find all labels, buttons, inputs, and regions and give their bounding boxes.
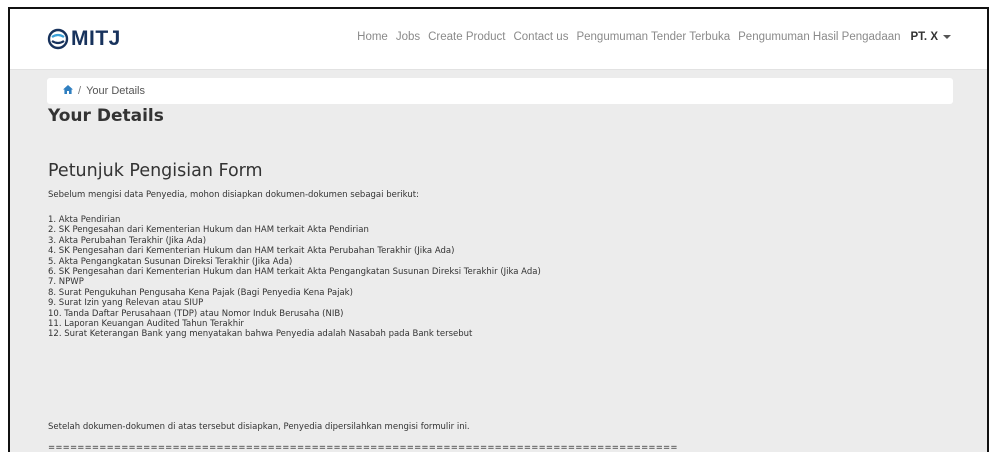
logo-text: MITJ <box>71 27 121 50</box>
caret-down-icon <box>943 35 951 39</box>
nav-pengumuman-tender[interactable]: Pengumuman Tender Terbuka <box>576 31 730 43</box>
list-item: 10. Tanda Daftar Perusahaan (TDP) atau N… <box>48 308 344 319</box>
list-item: 8. Surat Pengukuhan Pengusaha Kena Pajak… <box>48 287 353 298</box>
list-item: 9. Surat Izin yang Relevan atau SIUP <box>48 298 204 309</box>
breadcrumb: / Your Details <box>47 78 953 104</box>
intro-text: Sebelum mengisi data Penyedia, mohon dis… <box>48 190 419 200</box>
list-item: 1. Akta Pendirian <box>48 215 121 225</box>
browser-frame: MITJ Home Jobs Create Product Contact us… <box>8 7 989 452</box>
nav-create-product[interactable]: Create Product <box>428 31 505 43</box>
user-name: PT. X <box>910 31 938 43</box>
breadcrumb-separator: / <box>78 85 82 97</box>
list-item: 2. SK Pengesahan dari Kementerian Hukum … <box>48 225 369 236</box>
section-title: Petunjuk Pengisian Form <box>48 161 263 181</box>
nav-contact-us[interactable]: Contact us <box>513 31 568 43</box>
list-item: 12. Surat Keterangan Bank yang menyataka… <box>48 329 473 340</box>
list-item: 7. NPWP <box>48 277 84 288</box>
user-menu[interactable]: PT. X <box>911 31 951 43</box>
nav-pengumuman-hasil[interactable]: Pengumuman Hasil Pengadaan <box>738 31 900 43</box>
main-nav: Home Jobs Create Product Contact us Peng… <box>349 31 951 43</box>
document-list: 1. Akta Pendirian 2. SK Pengesahan dari … <box>48 215 541 340</box>
list-item: 5. Akta Pengangkatan Susunan Direksi Ter… <box>48 256 293 267</box>
list-item: 6. SK Pengesahan dari Kementerian Hukum … <box>48 267 541 278</box>
list-item: 3. Akta Perubahan Terakhir (Jika Ada) <box>48 235 207 246</box>
closing-text: Setelah dokumen-dokumen di atas tersebut… <box>48 422 470 432</box>
nav-jobs[interactable]: Jobs <box>396 31 420 43</box>
swirl-logo-icon <box>47 28 69 50</box>
brand-logo[interactable]: MITJ <box>47 27 121 51</box>
breadcrumb-current: Your Details <box>86 85 145 97</box>
page-title: Your Details <box>48 106 164 126</box>
list-item: 4. SK Pengesahan dari Kementerian Hukum … <box>48 246 455 257</box>
home-icon[interactable] <box>63 85 73 97</box>
top-navbar: MITJ Home Jobs Create Product Contact us… <box>10 9 987 70</box>
divider-line: ========================================… <box>48 443 678 452</box>
nav-home[interactable]: Home <box>357 31 388 43</box>
list-item: 11. Laporan Keuangan Audited Tahun Terak… <box>48 319 244 330</box>
